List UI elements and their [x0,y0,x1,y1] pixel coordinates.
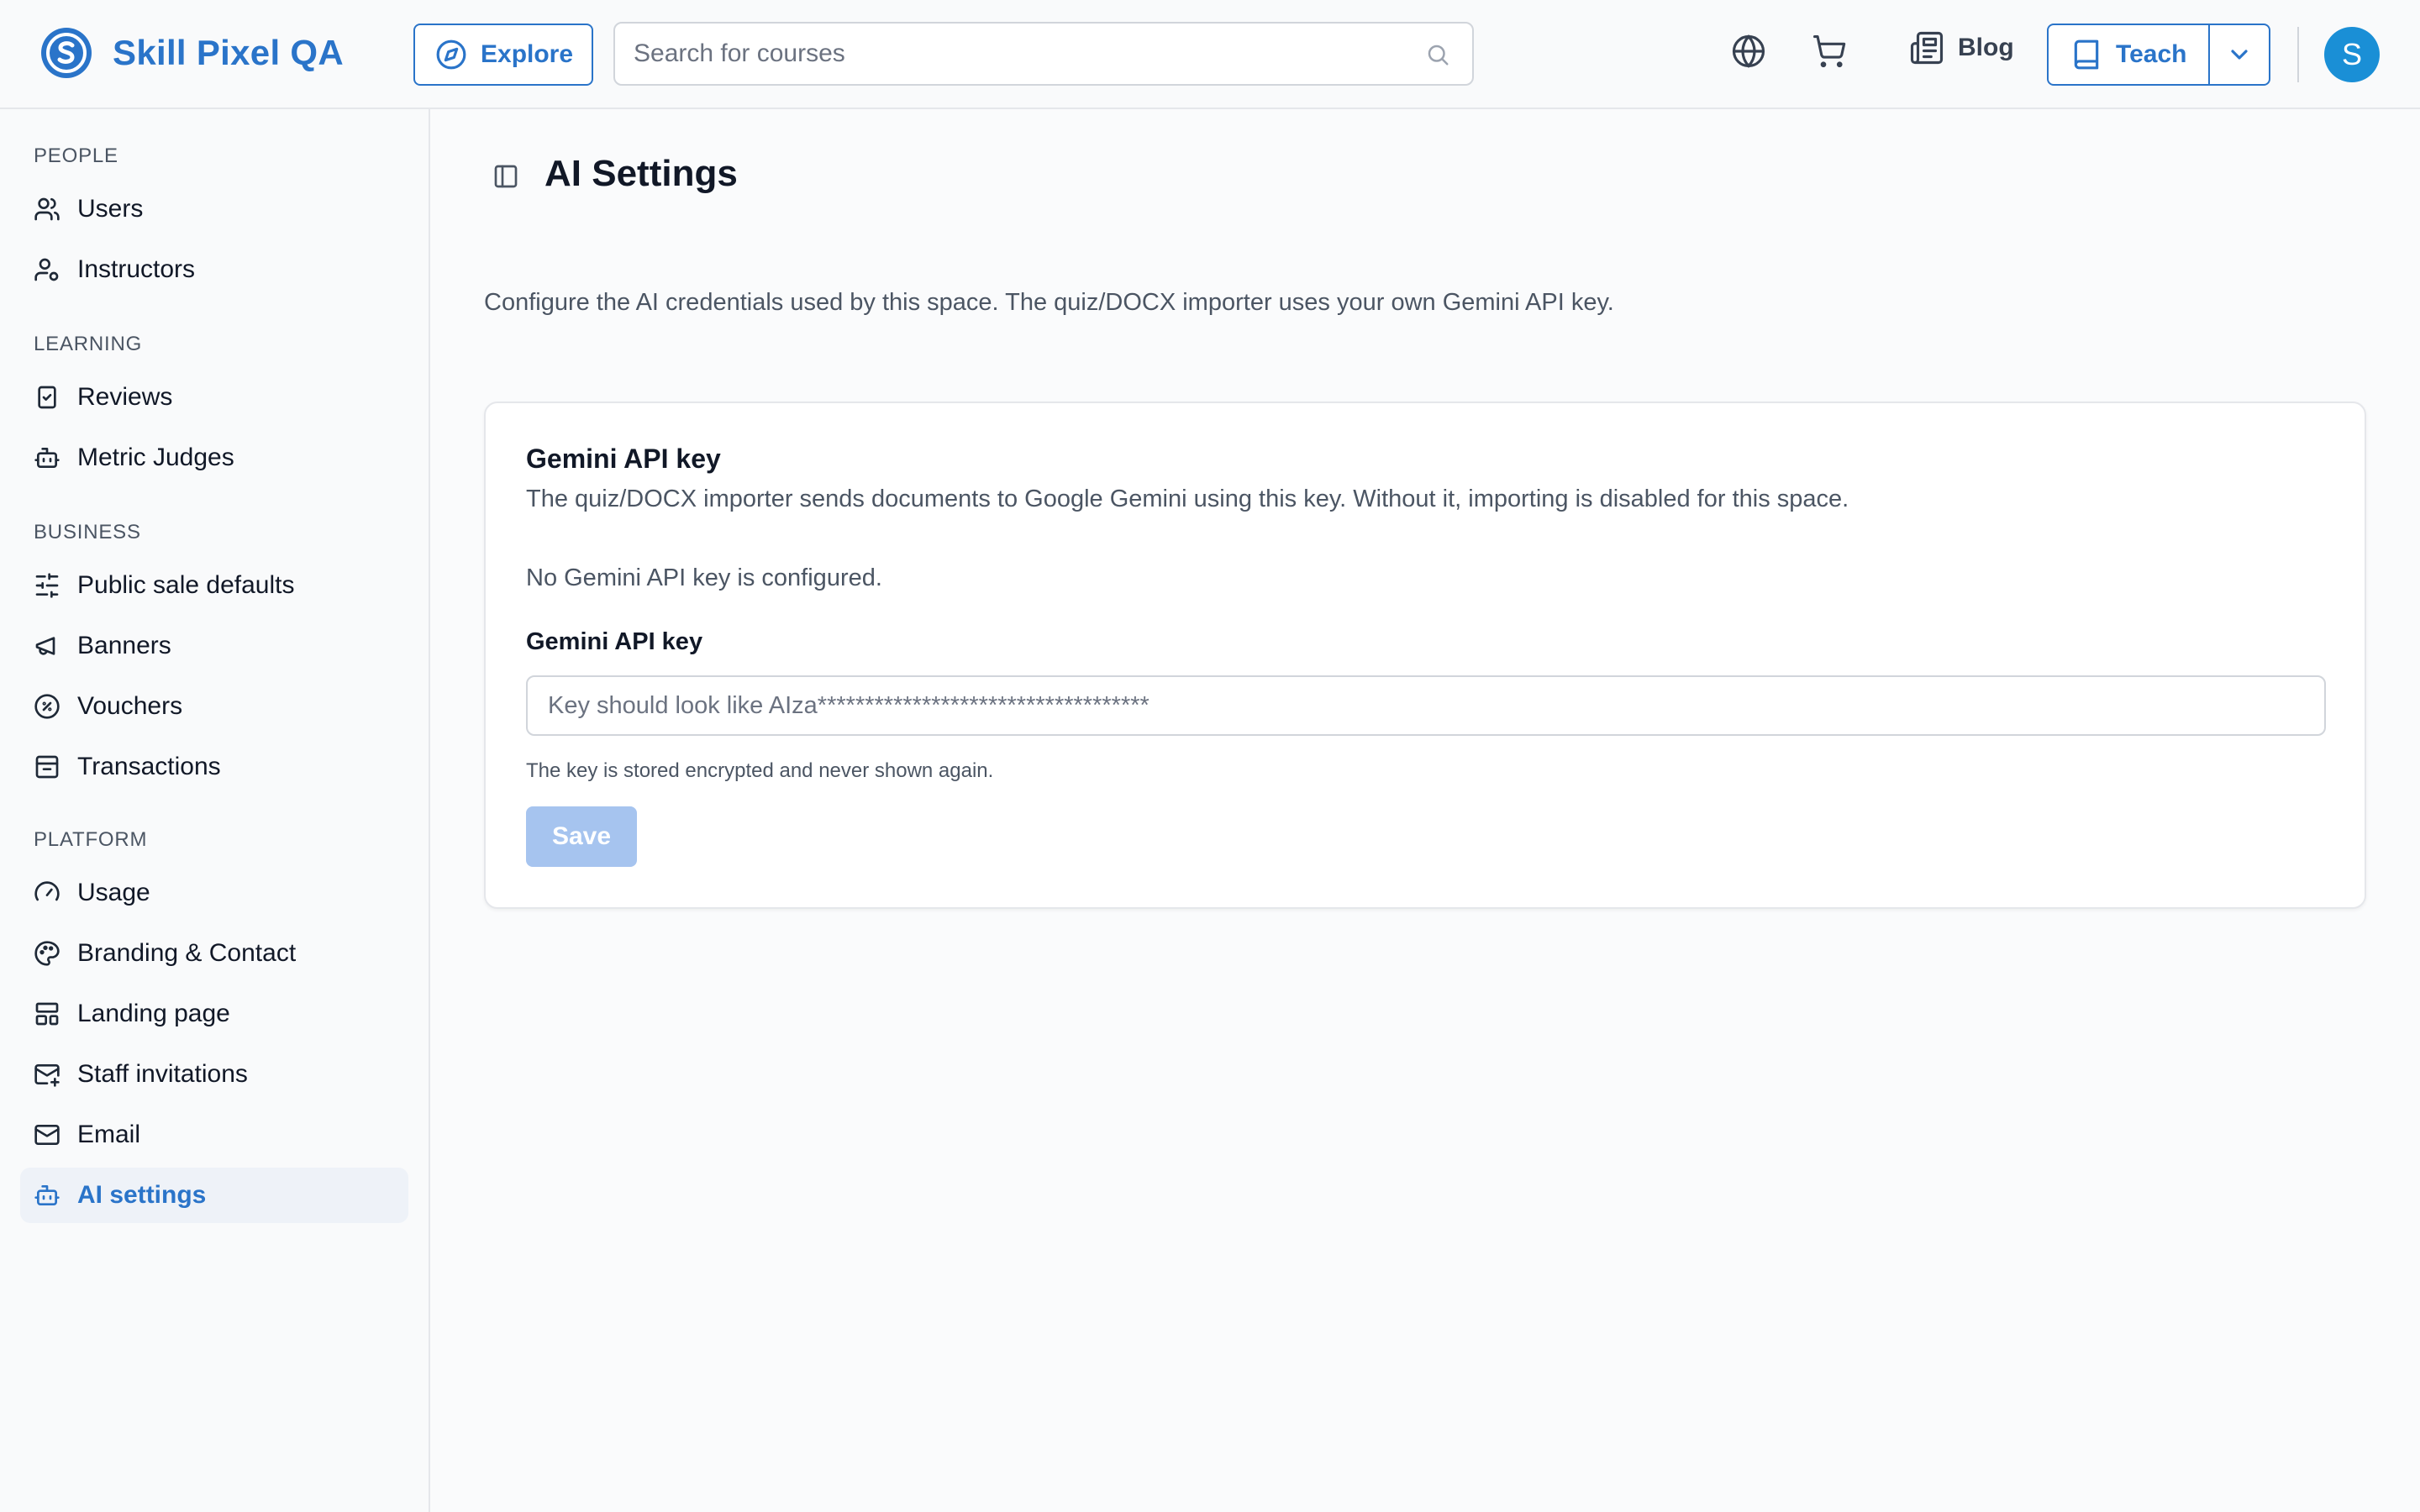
card-title: Gemini API key [526,444,721,474]
api-key-hint: The key is stored encrypted and never sh… [526,759,994,782]
sidebar-item-label: Metric Judges [77,444,234,471]
newspaper-icon [1910,31,1944,65]
page-intro: Configure the AI credentials used by thi… [484,289,1614,316]
top-header: Skill Pixel QA Explore Blog Teach [0,0,2420,109]
sidebar-item-branding-contact[interactable]: Branding & Contact [20,926,408,981]
user-cog-icon [34,258,59,281]
sidebar-item-label: Public sale defaults [77,571,295,599]
users-icon [34,197,60,221]
main-content: AI Settings Configure the AI credentials… [432,109,2420,1512]
mail-icon [34,1125,60,1145]
sidebar-item-label: Users [77,195,144,223]
chevron-down-icon [2231,50,2248,60]
megaphone-icon [35,637,55,655]
sidebar-item-public-sale-defaults[interactable]: Public sale defaults [20,558,408,613]
admin-sidebar: PEOPLE Users Instructors LEARNING Review… [0,109,430,1512]
sidebar-item-label: Landing page [77,1000,230,1027]
explore-button[interactable]: Explore [413,24,593,86]
save-button[interactable]: Save [526,806,637,867]
search-icon[interactable] [1425,42,1450,67]
sidebar-item-users[interactable]: Users [20,181,408,237]
sidebar-item-label: Staff invitations [77,1060,248,1088]
blog-link[interactable]: Blog [1909,30,2014,66]
gemini-key-card: Gemini API key The quiz/DOCX importer se… [484,402,2366,909]
clipboard-check-icon [38,386,56,409]
sidebar-item-label: Instructors [77,255,196,283]
sidebar-item-label: Branding & Contact [77,939,297,967]
sidebar-item-label: AI settings [77,1181,207,1209]
search-input[interactable] [634,24,1407,84]
api-key-input[interactable] [526,675,2326,736]
sidebar-item-landing-page[interactable]: Landing page [20,986,408,1042]
section-title-people: PEOPLE [34,144,118,167]
user-avatar[interactable]: S [2324,27,2380,82]
globe-icon[interactable] [1731,34,1766,69]
logo-mark-icon [41,28,92,78]
key-status: No Gemini API key is configured. [526,564,882,591]
sidebar-item-ai-settings[interactable]: AI settings [20,1168,408,1223]
mail-plus-icon [34,1064,60,1087]
bot-icon [34,1185,60,1205]
header-divider [2297,27,2299,82]
api-key-label: Gemini API key [526,628,703,655]
sidebar-item-banners[interactable]: Banners [20,618,408,674]
sidebar-item-instructors[interactable]: Instructors [20,242,408,297]
section-title-business: BUSINESS [34,521,141,543]
page-title: AI Settings [544,153,738,194]
sidebar-item-label: Email [77,1121,141,1148]
teach-label: Teach [2116,40,2187,68]
panel-left-icon[interactable] [492,163,519,190]
sidebar-item-label: Transactions [77,753,221,780]
blog-label: Blog [1958,34,2014,61]
search-box [613,22,1474,86]
section-title-platform: PLATFORM [34,828,148,851]
sidebar-item-vouchers[interactable]: Vouchers [20,679,408,734]
gauge-icon [34,881,60,901]
sidebar-item-staff-invitations[interactable]: Staff invitations [20,1047,408,1102]
sidebar-item-usage[interactable]: Usage [20,865,408,921]
bot-icon [34,448,60,468]
badge-percent-icon [34,694,60,719]
explore-label: Explore [481,40,574,68]
archive-icon [35,755,59,779]
layout-icon [35,1002,59,1026]
cart-icon[interactable] [1812,34,1847,69]
sidebar-item-reviews[interactable]: Reviews [20,370,408,425]
brand-name: Skill Pixel QA [113,33,344,72]
sidebar-item-metric-judges[interactable]: Metric Judges [20,430,408,486]
sidebar-item-transactions[interactable]: Transactions [20,739,408,795]
teach-menu-toggle[interactable] [2208,25,2269,84]
card-description: The quiz/DOCX importer sends documents t… [526,486,1849,512]
section-title-learning: LEARNING [34,333,143,355]
compass-icon [436,39,466,70]
sidebar-item-label: Usage [77,879,150,906]
sidebar-item-label: Reviews [77,383,173,411]
brand-logo[interactable]: Skill Pixel QA [39,25,344,81]
sidebar-item-label: Banners [77,632,171,659]
sidebar-item-label: Vouchers [77,692,183,720]
sidebar-item-email[interactable]: Email [20,1107,408,1163]
sliders-icon [35,573,59,598]
teach-split-button: Teach [2047,24,2270,86]
teach-button[interactable]: Teach [2049,25,2208,84]
palette-icon [34,941,60,966]
book-icon [2074,39,2099,70]
